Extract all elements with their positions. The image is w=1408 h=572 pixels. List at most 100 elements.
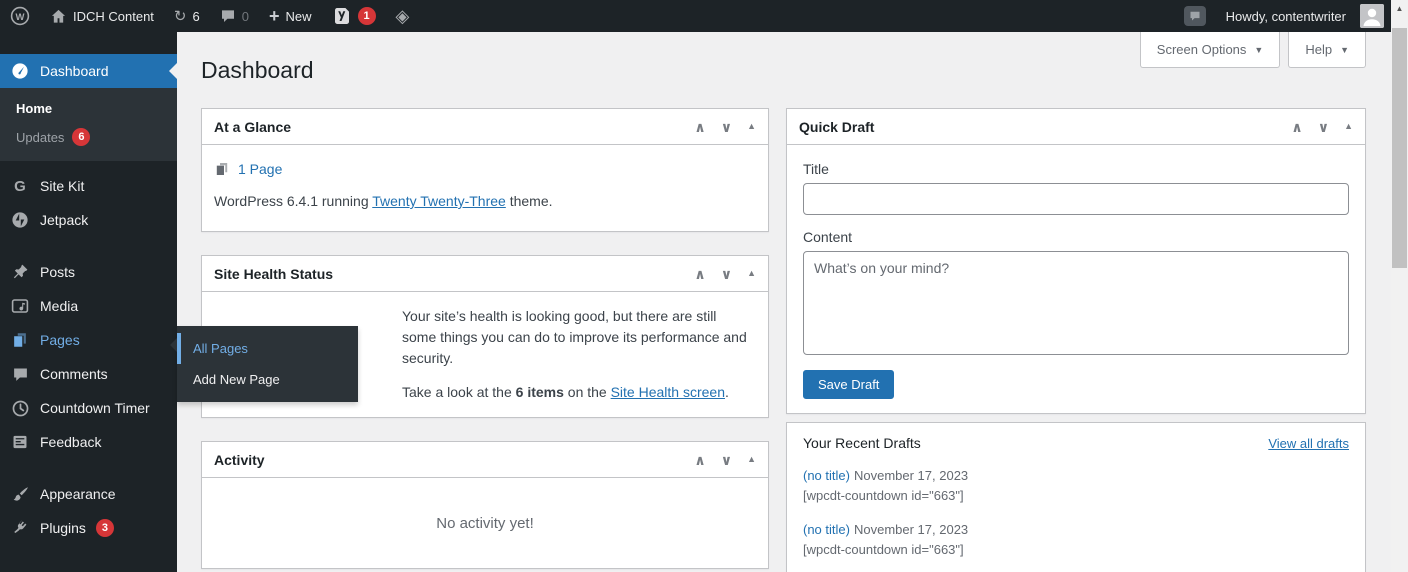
flyout-item-add-new-page[interactable]: Add New Page: [177, 364, 358, 395]
toggle-panel-icon[interactable]: ▲: [747, 455, 756, 464]
svg-text:W: W: [16, 12, 25, 23]
quick-draft-content-textarea[interactable]: [803, 251, 1349, 355]
recent-drafts-title: Your Recent Drafts: [803, 435, 921, 451]
sidebar-item-label: Pages: [40, 332, 80, 348]
comment-bubble-icon: [220, 8, 236, 24]
sidebar-item-site-kit[interactable]: G Site Kit: [0, 169, 177, 203]
sidebar-item-countdown-timer[interactable]: Countdown Timer: [0, 391, 177, 425]
admin-bar: W IDCH Content ↻ 6 0 + New 1 ◈ Howdy, co…: [0, 0, 1408, 32]
sidebar-item-label: Site Kit: [40, 178, 85, 194]
panel-title: At a Glance: [214, 118, 292, 135]
draft-list-item: (no title) November 17, 2023 [wpcdt-count…: [803, 521, 1349, 559]
plugins-badge: 3: [95, 519, 114, 537]
wordpress-version-text: WordPress 6.4.1 running Twenty Twenty-Th…: [214, 193, 553, 209]
quick-draft-title-input[interactable]: [803, 183, 1349, 215]
yoast-seo-menu[interactable]: 1: [322, 0, 386, 32]
plugin-icon: [10, 518, 30, 538]
no-activity-message: No activity yet!: [436, 514, 534, 532]
chevron-down-icon: ▼: [1340, 44, 1349, 55]
dashboard-submenu: Home Updates 6: [0, 88, 177, 161]
wordpress-admin-dashboard: { "colors": { "accent_blue": "#2271b1", …: [0, 0, 1408, 572]
updates-menu[interactable]: ↻ 6: [164, 0, 210, 32]
sidebar-item-comments[interactable]: Comments: [0, 357, 177, 391]
scrollbar-thumb[interactable]: [1392, 28, 1407, 268]
paintbrush-icon: [10, 484, 30, 504]
quick-draft-title-label: Title: [803, 161, 829, 177]
pages-icon: [10, 330, 30, 350]
flyout-item-all-pages[interactable]: All Pages: [177, 333, 358, 364]
screen-options-button[interactable]: Screen Options ▼: [1139, 32, 1281, 68]
comments-menu[interactable]: 0: [210, 0, 259, 32]
sidebar-item-appearance[interactable]: Appearance: [0, 477, 177, 511]
page-count-link[interactable]: 1 Page: [238, 161, 282, 177]
quick-draft-content-label: Content: [803, 229, 853, 245]
draft-excerpt: [wpcdt-countdown id="663"]: [803, 542, 964, 557]
save-draft-button[interactable]: Save Draft: [803, 370, 895, 399]
panel-title: Activity: [214, 451, 265, 468]
new-label: New: [285, 8, 312, 24]
draft-title-link[interactable]: (no title): [803, 522, 850, 537]
new-content-menu[interactable]: + New: [259, 0, 322, 32]
theme-link[interactable]: Twenty Twenty-Three: [372, 193, 506, 209]
draft-title-link[interactable]: (no title): [803, 468, 850, 483]
activity-panel: Activity ∧ ∨ ▲ No activity yet!: [201, 441, 769, 569]
seo-notification-badge: 1: [357, 7, 376, 25]
sidebar-item-label: Appearance: [40, 486, 116, 502]
move-down-icon[interactable]: ∨: [1318, 120, 1329, 134]
sidebar-item-label: Media: [40, 298, 79, 314]
site-health-screen-link[interactable]: Site Health screen: [611, 384, 725, 400]
scroll-up-arrow-icon[interactable]: ▲: [1391, 0, 1408, 17]
dashboard-gauge-icon: [10, 61, 30, 81]
wordpress-logo-menu[interactable]: W: [0, 0, 40, 32]
sidebar-item-media[interactable]: Media: [0, 289, 177, 323]
media-icon: [10, 296, 30, 316]
move-down-icon[interactable]: ∨: [721, 120, 732, 134]
dashboard-content: Screen Options ▼ Help ▼ Dashboard At a G…: [177, 32, 1391, 572]
avatar: [1360, 4, 1384, 28]
pushpin-icon: [10, 262, 30, 282]
help-button[interactable]: Help ▼: [1288, 32, 1366, 68]
toggle-panel-icon[interactable]: ▲: [747, 269, 756, 278]
diamond-icon: ◈: [395, 6, 410, 26]
vertical-scrollbar[interactable]: ▲: [1391, 0, 1408, 572]
recent-drafts-panel: Your Recent Drafts View all drafts (no t…: [786, 422, 1366, 572]
sidebar-item-pages[interactable]: Pages: [0, 323, 177, 357]
move-up-icon[interactable]: ∧: [694, 267, 705, 281]
item-count: 6 items: [515, 384, 564, 400]
sidebar-item-posts[interactable]: Posts: [0, 255, 177, 289]
sidebar-subitem-updates[interactable]: Updates 6: [0, 122, 177, 152]
move-up-icon[interactable]: ∧: [694, 120, 705, 134]
toggle-panel-icon[interactable]: ▲: [747, 122, 756, 131]
draft-list-item: (no title) November 17, 2023 [wpcdt-count…: [803, 467, 1349, 505]
chevron-down-icon: ▼: [1254, 44, 1264, 55]
feedback-toolbar-button[interactable]: [1174, 0, 1216, 32]
move-down-icon[interactable]: ∨: [721, 453, 732, 467]
toggle-panel-icon[interactable]: ▲: [1344, 122, 1353, 131]
sidebar-subitem-home[interactable]: Home: [0, 95, 177, 122]
sidebar-item-jetpack[interactable]: Jetpack: [0, 203, 177, 237]
howdy-label: Howdy, contentwriter: [1225, 8, 1346, 24]
sidebar-item-plugins[interactable]: Plugins 3: [0, 511, 177, 545]
move-up-icon[interactable]: ∧: [1291, 120, 1302, 134]
sidebar-item-dashboard[interactable]: Dashboard: [0, 54, 177, 88]
sidebar-item-feedback[interactable]: Feedback: [0, 425, 177, 459]
draft-date: November 17, 2023: [853, 522, 969, 537]
site-health-text: Your site’s health is looking good, but …: [402, 308, 747, 400]
move-up-icon[interactable]: ∧: [694, 453, 705, 467]
update-count: 6: [192, 8, 200, 24]
howdy-account-menu[interactable]: Howdy, contentwriter: [1216, 0, 1384, 32]
move-down-icon[interactable]: ∨: [721, 267, 732, 281]
sidebar-item-label: Jetpack: [40, 212, 89, 228]
site-name-link[interactable]: IDCH Content: [40, 0, 164, 32]
plugin-diamond-menu[interactable]: ◈: [386, 0, 420, 32]
comment-count: 0: [241, 8, 249, 24]
current-item-arrow: [161, 63, 177, 79]
update-icon: ↻: [173, 7, 187, 25]
at-a-glance-panel: At a Glance ∧ ∨ ▲ 1 Page WordPress 6.4.1…: [201, 108, 769, 232]
updates-badge: 6: [72, 128, 91, 146]
pages-flyout-menu: All Pages Add New Page: [170, 326, 358, 402]
view-all-drafts-link[interactable]: View all drafts: [1268, 436, 1349, 451]
sidebar-item-label: Countdown Timer: [40, 400, 150, 416]
page-count-icon: [214, 161, 230, 177]
jetpack-icon: [10, 210, 30, 230]
